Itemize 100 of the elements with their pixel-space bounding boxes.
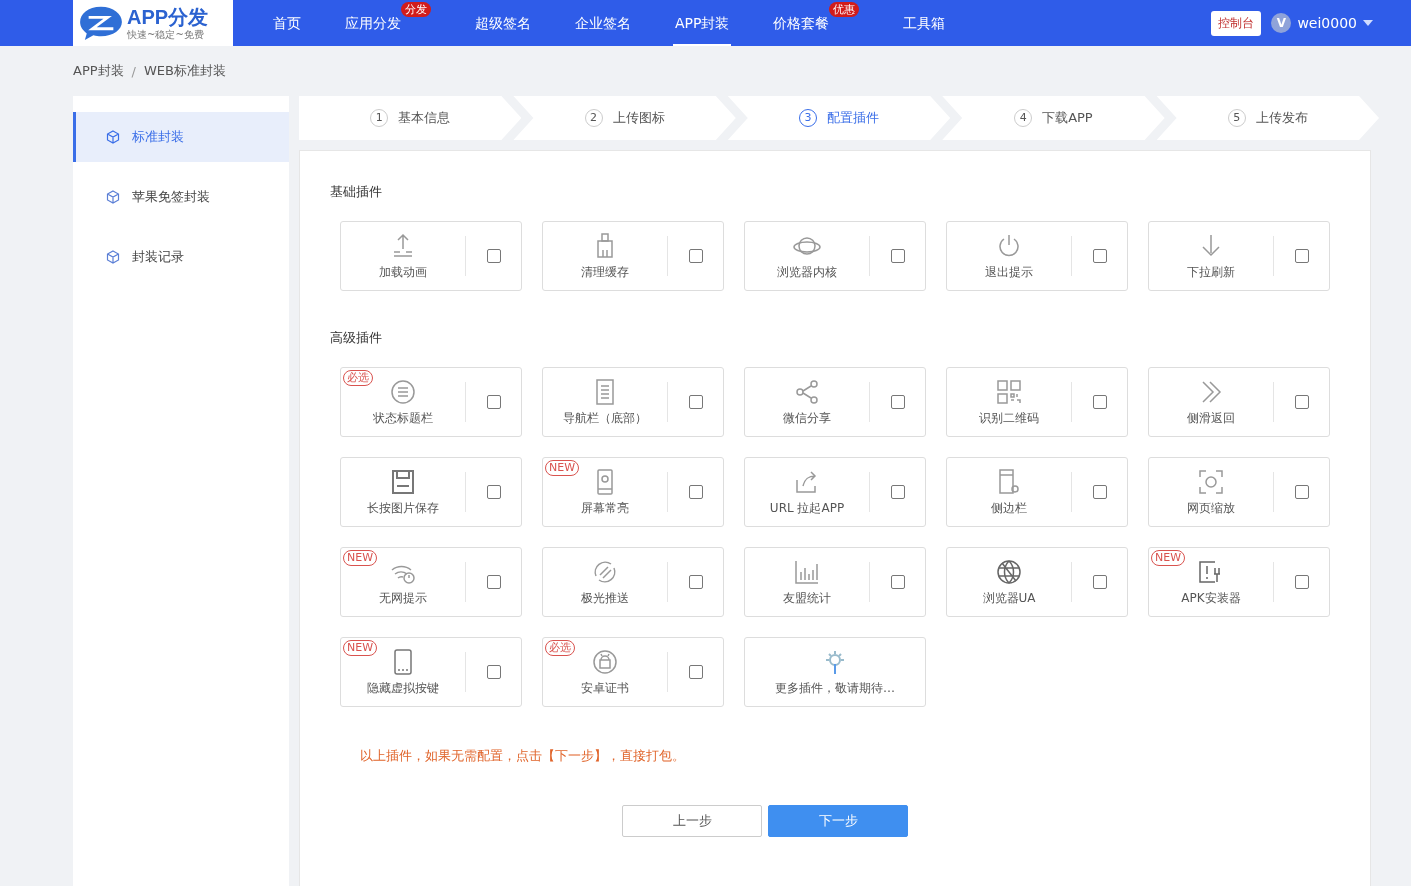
checkbox[interactable] (486, 485, 501, 499)
breadcrumb-separator: / (131, 63, 136, 79)
step-label: 上传图标 (612, 109, 665, 127)
android-icon (591, 647, 619, 676)
caret-icon[interactable] (1363, 20, 1373, 26)
sidebar-item[interactable]: 标准封装 (73, 112, 289, 162)
section-title: 基础插件 (330, 183, 383, 201)
more-plugins-label: 更多插件，敬请期待… (775, 679, 895, 697)
nav-tab[interactable]: 超级签名 (473, 0, 533, 46)
plugin-label: 加载动画 (379, 263, 427, 281)
nav-badge: 分发 (401, 2, 431, 17)
logo-title: APP分发 (127, 6, 209, 27)
fullscreen-icon (1197, 467, 1225, 496)
nav-tab[interactable]: 价格套餐 (771, 0, 832, 46)
plugin-badge: NEW (545, 460, 580, 476)
plugin-card[interactable]: 导航栏（底部） (542, 367, 724, 437)
sidebar-label: 苹果免签封装 (132, 188, 210, 206)
plugin-label: 导航栏（底部） (563, 409, 647, 427)
plugin-card[interactable]: 微信分享 (744, 367, 926, 437)
plugin-card[interactable]: 极光推送 (542, 547, 724, 617)
logo[interactable]: APP分发 快速~稳定~免费 (73, 0, 233, 46)
plugin-card[interactable]: 必选 状态标题栏 (340, 367, 522, 437)
plugin-card[interactable]: 浏览器内核 (744, 221, 926, 291)
checkbox[interactable] (1294, 395, 1309, 409)
plugin-card[interactable]: 侧滑返回 (1148, 367, 1330, 437)
plugin-label: 下拉刷新 (1187, 263, 1235, 281)
checkbox[interactable] (890, 249, 905, 263)
plugin-card[interactable]: 侧边栏 (946, 457, 1128, 527)
cube-icon (106, 190, 120, 204)
checkbox[interactable] (890, 395, 905, 409)
plugin-card[interactable]: 长按图片保存 (340, 457, 522, 527)
plugin-label: 识别二维码 (979, 409, 1039, 427)
plugin-badge: NEW (343, 550, 378, 566)
checkbox[interactable] (688, 395, 703, 409)
checkbox[interactable] (688, 249, 703, 263)
plugin-label: 清理缓存 (581, 263, 629, 281)
nav-tab[interactable]: 首页 (271, 0, 303, 46)
plugin-label: 状态标题栏 (373, 409, 433, 427)
plugin-card[interactable]: 下拉刷新 (1148, 221, 1330, 291)
sidebar-item[interactable]: 封装记录 (73, 232, 289, 282)
plugin-card[interactable]: NEW 无网提示 (340, 547, 522, 617)
list-circle-icon (389, 377, 417, 406)
plugin-label: 微信分享 (783, 409, 831, 427)
logo-slogan: 快速~稳定~免费 (127, 29, 205, 40)
checkbox[interactable] (486, 395, 501, 409)
checkbox[interactable] (1294, 249, 1309, 263)
nav-tab[interactable]: 企业签名 (573, 0, 633, 46)
step-label: 基本信息 (398, 109, 451, 127)
plugin-label: 长按图片保存 (367, 499, 439, 517)
checkbox[interactable] (688, 575, 703, 589)
checkbox[interactable] (1294, 485, 1309, 499)
qr-code-icon (995, 377, 1023, 406)
breadcrumb-item[interactable]: APP封装 (73, 62, 124, 80)
checkbox[interactable] (1092, 249, 1107, 263)
checkbox[interactable] (688, 665, 703, 679)
sidebar-label: 封装记录 (132, 248, 184, 266)
plugin-card[interactable]: 加载动画 (340, 221, 522, 291)
breadcrumb-item: WEB标准封装 (143, 62, 226, 80)
plugin-label: 友盟统计 (783, 589, 831, 607)
plugin-label: 极光推送 (581, 589, 629, 607)
checkbox[interactable] (890, 485, 905, 499)
step-label: 下载APP (1042, 109, 1093, 127)
plugin-card[interactable]: 友盟统计 (744, 547, 926, 617)
plugin-label: 退出提示 (985, 263, 1033, 281)
plugin-card[interactable]: NEW APK安装器 (1148, 547, 1330, 617)
plugin-card[interactable]: NEW 隐藏虚拟按键 (340, 637, 522, 707)
plugin-card[interactable]: NEW 屏幕常亮 (542, 457, 724, 527)
plugin-label: 浏览器内核 (777, 263, 837, 281)
nav-tab[interactable]: 应用分发 (343, 0, 403, 46)
logo-bubble-icon (77, 4, 125, 42)
plugin-card[interactable]: 网页缩放 (1148, 457, 1330, 527)
previous-step-button[interactable]: 上一步 (622, 805, 762, 837)
plugin-card[interactable]: 必选 安卓证书 (542, 637, 724, 707)
plugin-badge: NEW (1151, 550, 1186, 566)
plugin-label: 屏幕常亮 (581, 499, 629, 517)
checkbox[interactable] (486, 665, 501, 679)
nav-tab[interactable]: 工具箱 (901, 0, 948, 46)
plugin-label: 网页缩放 (1187, 499, 1235, 517)
plugin-label: APK安装器 (1181, 589, 1241, 607)
plugin-card[interactable]: 清理缓存 (542, 221, 724, 291)
checkbox[interactable] (688, 485, 703, 499)
checkbox[interactable] (486, 249, 501, 263)
checkbox[interactable] (1092, 485, 1107, 499)
plugin-card[interactable]: 浏览器UA (946, 547, 1128, 617)
cube-icon (106, 250, 120, 264)
console-button[interactable]: 控制台 (1211, 10, 1262, 36)
nav-tab[interactable]: APP封装 (673, 6, 732, 46)
plugin-card[interactable]: URL 拉起APP (744, 457, 926, 527)
plugin-label: 侧边栏 (991, 499, 1027, 517)
cube-icon (106, 130, 120, 144)
checkbox[interactable] (486, 575, 501, 589)
checkbox[interactable] (1092, 575, 1107, 589)
sidebar-item[interactable]: 苹果免签封装 (73, 172, 289, 222)
checkbox[interactable] (1092, 395, 1107, 409)
plugin-card[interactable]: 退出提示 (946, 221, 1128, 291)
plugin-card[interactable]: 识别二维码 (946, 367, 1128, 437)
checkbox[interactable] (890, 575, 905, 589)
hint-text: 以上插件，如果无需配置，点击【下一步】，直接打包。 (360, 747, 686, 765)
checkbox[interactable] (1294, 575, 1309, 589)
username[interactable]: wei0000 (1297, 15, 1357, 31)
